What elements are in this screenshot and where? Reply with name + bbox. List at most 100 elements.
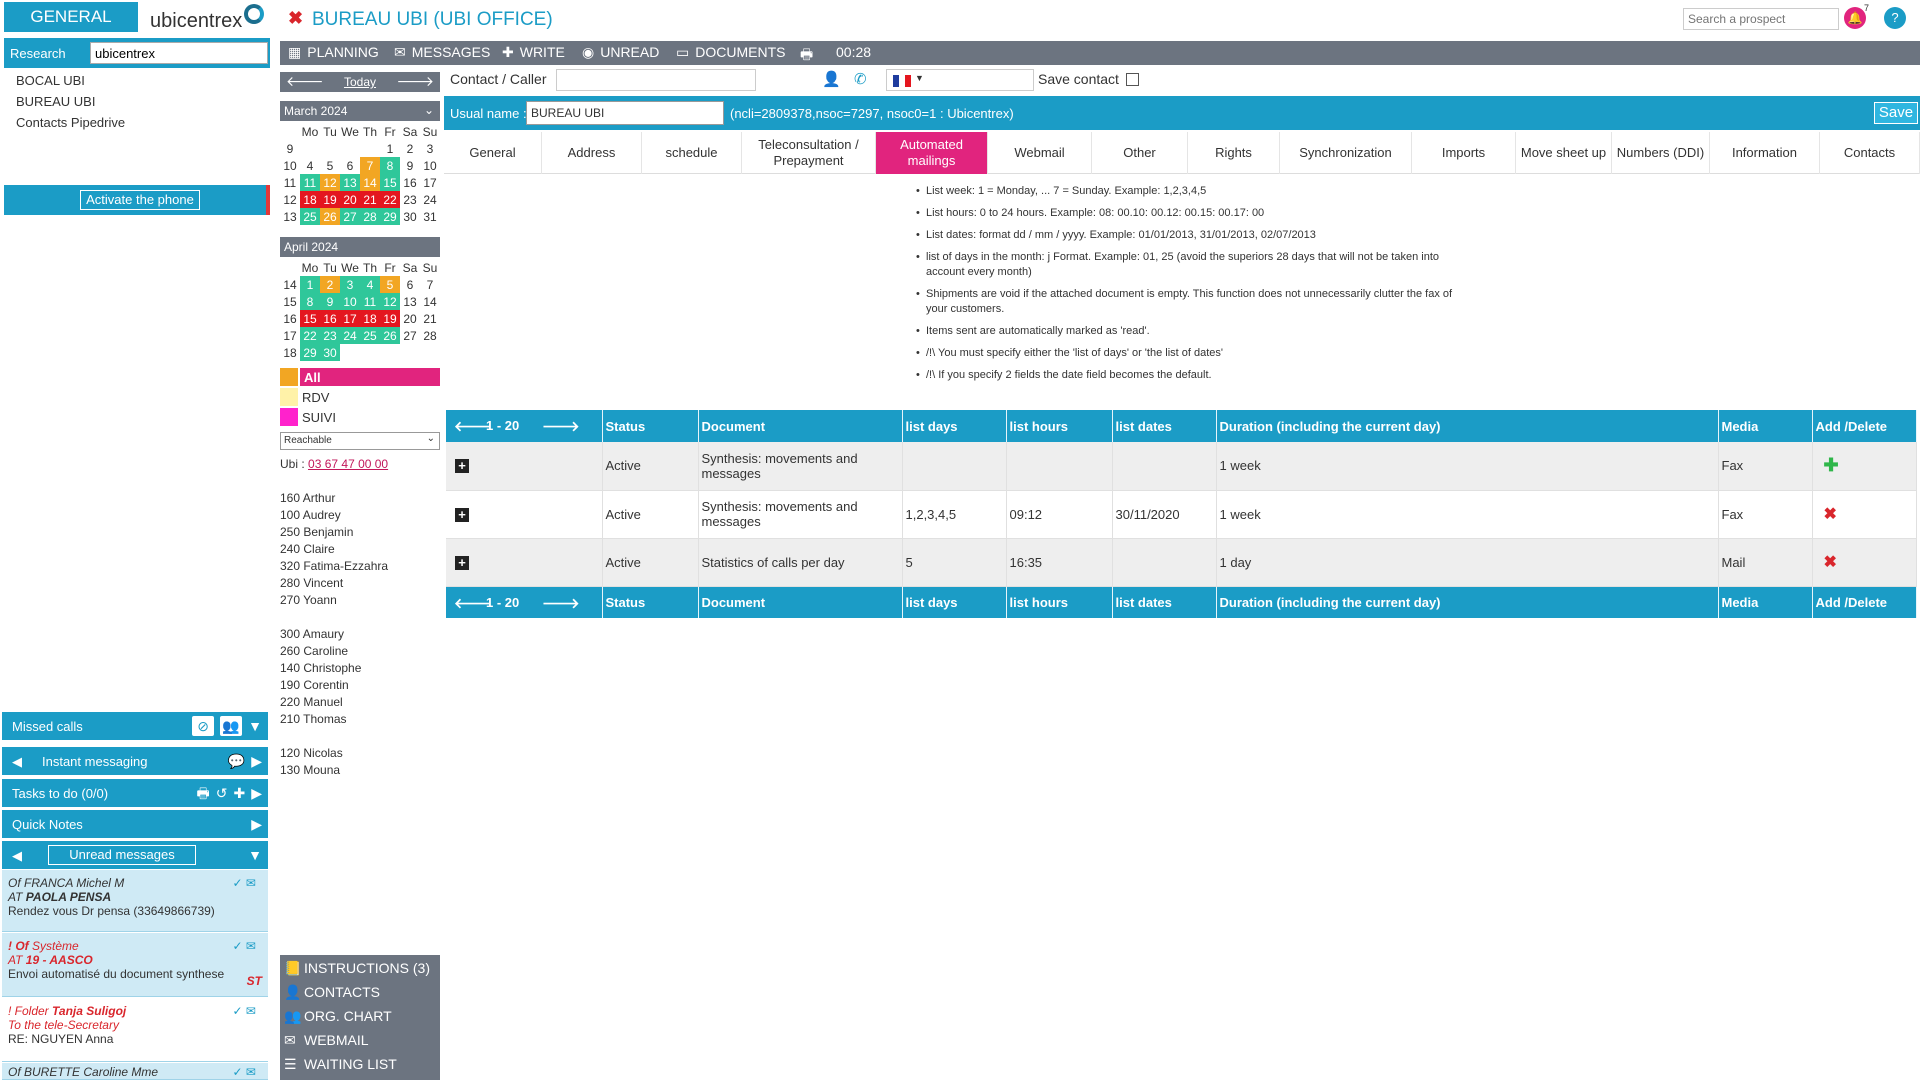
- calendar-day[interactable]: 22: [300, 327, 320, 344]
- calendar-day[interactable]: 24: [340, 327, 360, 344]
- calendar-day[interactable]: 1: [300, 276, 320, 293]
- help-icon[interactable]: ?: [1884, 7, 1906, 29]
- calendar-day[interactable]: 17: [340, 310, 360, 327]
- table-row[interactable]: + Active Synthesis: movements and messages…: [446, 442, 1917, 491]
- agent-item[interactable]: 280 Vincent: [280, 576, 343, 590]
- tab-move-sheet-up[interactable]: Move sheet up: [1516, 132, 1612, 174]
- tab-address[interactable]: Address: [542, 132, 642, 174]
- chevron-right-icon[interactable]: ▶: [251, 783, 262, 803]
- calendar-day[interactable]: 7: [360, 157, 380, 174]
- office-link-bureau-ubi[interactable]: BUREAU UBI: [16, 94, 95, 109]
- legend-all[interactable]: All: [280, 368, 440, 386]
- delete-icon[interactable]: ✖: [1824, 506, 1837, 523]
- general-menu-button[interactable]: GENERAL MENU: [4, 2, 138, 56]
- arrow-right-icon[interactable]: 🡒: [396, 73, 434, 90]
- tab-rights[interactable]: Rights: [1188, 132, 1280, 174]
- agent-item[interactable]: 100 Audrey: [280, 508, 341, 522]
- calendar-day[interactable]: 14: [360, 174, 380, 191]
- calendar-day[interactable]: 3: [420, 140, 440, 157]
- chevron-down-icon[interactable]: ▼: [248, 716, 262, 736]
- calendar-day[interactable]: 25: [360, 327, 380, 344]
- expand-plus-icon[interactable]: +: [455, 555, 469, 570]
- tab-numbers-ddi[interactable]: Numbers (DDI): [1612, 132, 1710, 174]
- calendar-day[interactable]: 21: [420, 310, 440, 327]
- calendar-day[interactable]: 10: [340, 293, 360, 310]
- column-header[interactable]: Add /Delete: [1812, 410, 1917, 442]
- check-mail-icon[interactable]: ✓ ✉: [233, 939, 256, 953]
- calendar-day[interactable]: 2: [400, 140, 420, 157]
- message-card[interactable]: Of FRANCA Michel M AT PAOLA PENSA Rendez…: [2, 870, 268, 932]
- calendar-day[interactable]: 16: [400, 174, 420, 191]
- ubi-phone-link[interactable]: 03 67 47 00 00: [308, 457, 388, 471]
- calendar-day[interactable]: 3: [340, 276, 360, 293]
- contact-caller-input[interactable]: [556, 69, 756, 91]
- agent-item[interactable]: 210 Thomas: [280, 712, 347, 726]
- save-button[interactable]: Save: [1874, 102, 1918, 124]
- calendar-day[interactable]: 15: [380, 174, 400, 191]
- message-card[interactable]: ! Folder Tanja Suligoj To the tele-Secre…: [2, 998, 268, 1062]
- calendar-day[interactable]: 28: [360, 208, 380, 225]
- waiting-list-item[interactable]: ☰ WAITING LIST: [284, 1056, 397, 1073]
- column-header[interactable]: Status: [602, 586, 699, 618]
- tab-synchronization[interactable]: Synchronization: [1280, 132, 1412, 174]
- calendar-day[interactable]: 29: [380, 208, 400, 225]
- agent-item[interactable]: 240 Claire: [280, 542, 335, 556]
- column-header[interactable]: list days: [902, 410, 1007, 442]
- chevron-down-icon[interactable]: ▼: [248, 845, 262, 865]
- activate-phone-button[interactable]: Activate the phone: [80, 190, 200, 210]
- calendar-day[interactable]: 8: [300, 293, 320, 310]
- legend-suivi[interactable]: SUIVI: [280, 408, 440, 426]
- block-icon[interactable]: ⊘: [192, 716, 215, 736]
- tab-schedule[interactable]: schedule: [642, 132, 742, 174]
- calendar-day[interactable]: 11: [300, 174, 320, 191]
- close-icon[interactable]: ✖: [288, 8, 303, 29]
- bell-icon[interactable]: 🔔: [1844, 7, 1866, 29]
- calendar-day[interactable]: 27: [340, 208, 360, 225]
- calendar-day[interactable]: 24: [420, 191, 440, 208]
- print-button[interactable]: 🖶: [800, 44, 819, 68]
- calendar-day[interactable]: 18: [360, 310, 380, 327]
- person-icon[interactable]: 👤: [822, 70, 841, 88]
- table-row[interactable]: + Active Synthesis: movements and messages…: [446, 490, 1917, 539]
- expand-plus-icon[interactable]: +: [455, 459, 469, 474]
- quick-notes-panel[interactable]: Quick Notes ▶: [2, 810, 268, 838]
- agent-item[interactable]: 300 Amaury: [280, 627, 344, 641]
- office-link-contacts-pipedrive[interactable]: Contacts Pipedrive: [16, 115, 125, 130]
- org-chart-item[interactable]: 👥 ORG. CHART: [284, 1008, 392, 1025]
- column-header[interactable]: list hours: [1006, 586, 1113, 618]
- column-header[interactable]: Document: [698, 410, 903, 442]
- calendar-day[interactable]: 12: [380, 293, 400, 310]
- message-card[interactable]: Of BURETTE Caroline Mme ✓ ✉: [2, 1063, 268, 1080]
- write-button[interactable]: ✚ WRITE: [502, 44, 565, 61]
- calendar-day[interactable]: 11: [360, 293, 380, 310]
- agent-item[interactable]: 220 Manuel: [280, 695, 343, 709]
- calendar-day[interactable]: 14: [420, 293, 440, 310]
- group-icon[interactable]: 👥: [220, 716, 243, 736]
- calendar-day[interactable]: 4: [300, 157, 320, 174]
- tab-teleconsultation-prepayment[interactable]: Teleconsultation / Prepayment: [742, 132, 876, 174]
- save-contact-checkbox[interactable]: [1126, 73, 1139, 86]
- missed-calls-panel[interactable]: Missed calls ⊘ 👥 ▼: [2, 712, 268, 740]
- calendar-day[interactable]: 26: [380, 327, 400, 344]
- calendar-day[interactable]: 10: [420, 157, 440, 174]
- calendar-day[interactable]: 23: [400, 191, 420, 208]
- calendar-day[interactable]: 13: [400, 293, 420, 310]
- webmail-item[interactable]: ✉ WEBMAIL: [284, 1032, 369, 1049]
- column-header[interactable]: list hours: [1006, 410, 1113, 442]
- expand-plus-icon[interactable]: +: [455, 507, 469, 522]
- column-header[interactable]: Duration (including the current day): [1216, 410, 1719, 442]
- arrow-right-icon[interactable]: 🡒: [542, 418, 580, 435]
- plus-icon[interactable]: ✚: [233, 783, 245, 803]
- calendar-day[interactable]: 28: [420, 327, 440, 344]
- unread-button[interactable]: ◉ UNREAD: [582, 44, 659, 61]
- agent-item[interactable]: 260 Caroline: [280, 644, 348, 658]
- contacts-item[interactable]: 👤 CONTACTS: [284, 984, 380, 1001]
- history-icon[interactable]: ↺: [216, 783, 228, 803]
- agent-item[interactable]: 270 Yoann: [280, 593, 337, 607]
- calendar-day[interactable]: 2: [320, 276, 340, 293]
- agent-item[interactable]: 250 Benjamin: [280, 525, 353, 539]
- speaker-icon[interactable]: ◀: [12, 848, 22, 864]
- calendar-day[interactable]: 20: [340, 191, 360, 208]
- messages-button[interactable]: ✉ MESSAGES: [394, 44, 490, 61]
- agent-item[interactable]: 130 Mouna: [280, 763, 340, 777]
